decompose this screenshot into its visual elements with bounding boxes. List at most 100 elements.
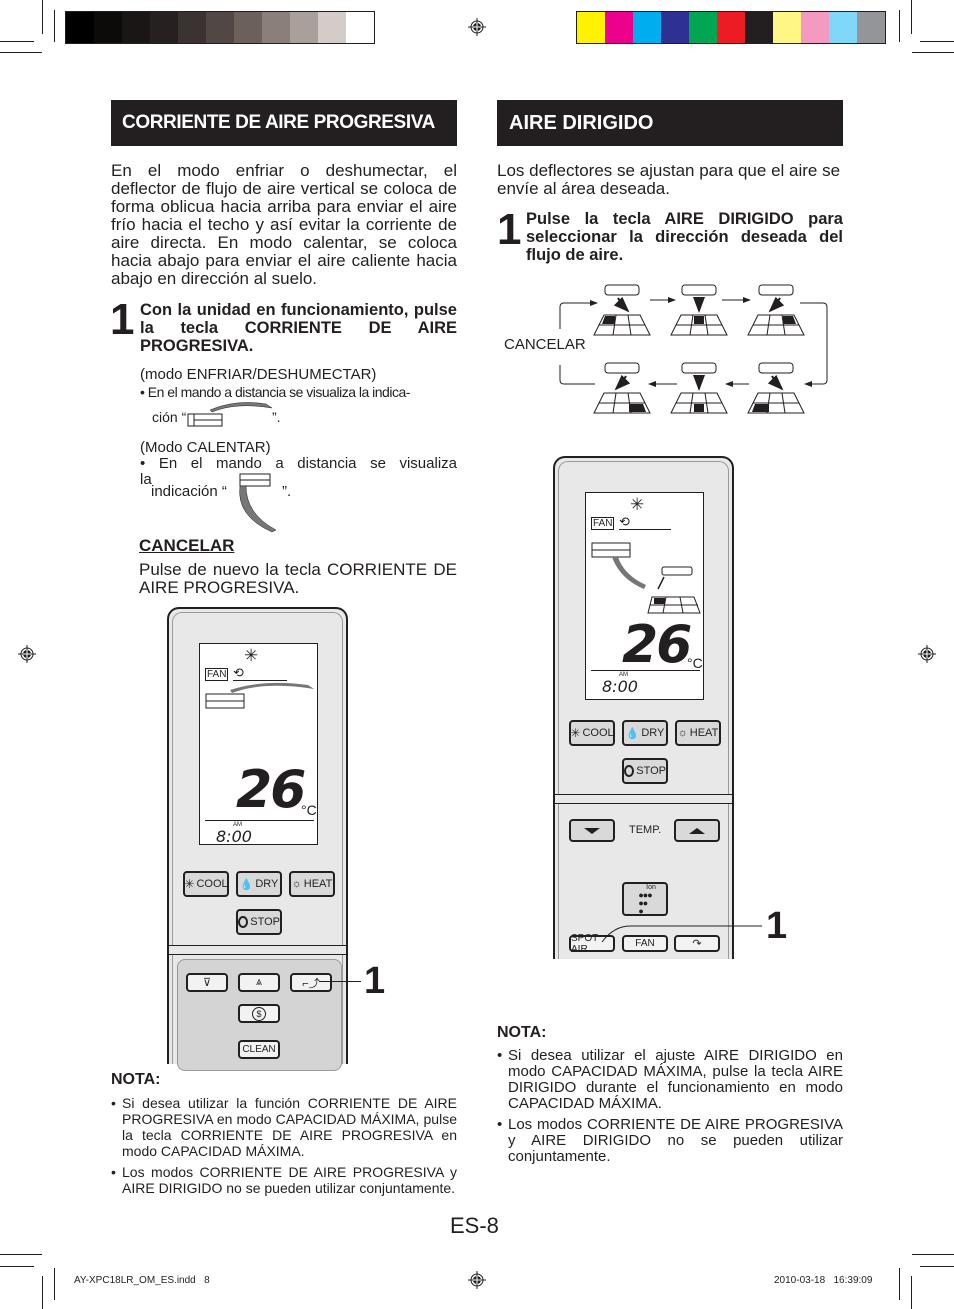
dollar-circle-icon: $ (252, 1006, 266, 1021)
clean-button[interactable]: CLEAN (238, 1040, 280, 1059)
cancel-path (559, 300, 598, 329)
airflow-icon: ⩓ (255, 976, 263, 988)
temperature-unit: °C (301, 802, 317, 818)
cool-mode-bullet: • En el mando a distancia se visualiza l… (140, 384, 410, 400)
dry-button[interactable]: 💧 DRY (236, 871, 282, 897)
remote-control-illustration: ✳ FAN ⟲ 26 °C AM 8:00 ✳ COOL 💧 DRY ☼ HEAT S… (553, 456, 734, 959)
page-number: ES-8 (450, 1213, 499, 1238)
crop-mark (911, 0, 912, 34)
section-header-progressive-airflow: CORRIENTE DE AIRE PROGRESIVA (111, 100, 457, 146)
note-list: Si desea utilizar la función CORRIENTE D… (111, 1095, 457, 1201)
quote-close: ”. (272, 409, 281, 425)
callout-number: 1 (364, 960, 386, 1002)
quote-close: ”. (282, 483, 292, 500)
lcd-divider (591, 670, 700, 671)
crop-mark (42, 0, 43, 34)
color-swatch (150, 12, 178, 43)
temperature-readout: 26 (236, 760, 306, 820)
droplet-icon: 💧 (625, 727, 640, 740)
print-timestamp: 2010-03-18 16:39:09 (774, 1275, 873, 1286)
color-swatch (94, 12, 122, 43)
color-swatch (717, 12, 745, 43)
crop-mark (911, 1276, 912, 1309)
registration-mark-icon (18, 645, 36, 663)
indoor-unit-icon (604, 362, 640, 374)
note-item: Los modos CORRIENTE DE AIRE PROGRESIVA y… (497, 1117, 843, 1165)
progressive-airflow-button[interactable]: ⌐⤴ (290, 973, 332, 992)
section-title: CORRIENTE DE AIRE PROGRESIVA (122, 112, 435, 133)
indoor-unit-icon (758, 362, 794, 374)
color-swatch (262, 12, 290, 43)
crop-mark (42, 1276, 43, 1309)
button-label: CLEAN (242, 1044, 276, 1055)
dry-button[interactable]: 💧 DRY (622, 720, 668, 746)
snowflake-icon: ✳ (184, 877, 195, 891)
note-title: NOTA: (111, 1071, 161, 1088)
sequence-arrow (800, 302, 828, 387)
cancel-title: CANCELAR (139, 536, 235, 555)
droplet-icon: 💧 (239, 878, 254, 891)
button-label: DRY (641, 727, 665, 739)
remote-control-illustration: ✳ FAN ⟲ 26 °C AM 8:00 ✳ COOL 💧 DRY ☼ HEAT S… (167, 607, 348, 1071)
crop-mark (920, 41, 954, 42)
clock-readout: 8:00 (216, 827, 252, 846)
fan-swirl-icon: ⟲ (233, 665, 244, 680)
lcd-line (619, 529, 671, 530)
crop-mark (912, 52, 954, 53)
intro-paragraph: En el modo enfriar o deshumectar, el def… (111, 161, 457, 288)
fan-label: FAN (593, 518, 613, 529)
triangle-up-icon (689, 827, 705, 834)
cool-mode-bullet-cont: ción “ (152, 409, 186, 425)
heat-button[interactable]: ☼ HEAT (289, 871, 335, 897)
airflow-button[interactable]: ⩓ (238, 973, 280, 992)
color-swatch (178, 12, 206, 43)
color-swatch (346, 12, 374, 43)
cool-button[interactable]: ✳ COOL (183, 871, 229, 897)
snowflake-icon: ✳ (570, 726, 581, 740)
color-swatch (829, 12, 857, 43)
deflector-up-airflow-icon (187, 402, 273, 427)
note-item: Si desea utilizar la función CORRIENTE D… (111, 1095, 457, 1159)
callout-line (319, 981, 361, 982)
sun-icon: ☼ (677, 727, 688, 739)
indoor-unit-icon (604, 284, 640, 296)
lcd-divider (205, 820, 314, 821)
eco-button[interactable]: $ (238, 1004, 280, 1023)
snowflake-icon: ✳ (630, 495, 645, 514)
sun-icon: ☼ (291, 878, 302, 890)
deflector-down-airflow-icon (591, 542, 701, 614)
stop-circle-icon (624, 765, 635, 777)
heat-mode-bullet-cont: indicación “ (151, 483, 227, 500)
registration-mark-icon (468, 18, 486, 36)
cool-button[interactable]: ✳ COOL (569, 720, 615, 746)
button-label: HEAT (689, 727, 719, 739)
stop-button[interactable]: STOP (622, 758, 668, 784)
step-number: 1 (110, 295, 135, 344)
intro-paragraph: Los deflectores se ajustan para que el a… (497, 161, 841, 198)
temp-down-button[interactable] (569, 819, 615, 842)
crop-mark (0, 52, 42, 53)
step-number: 1 (497, 205, 522, 254)
note-list: Si desea utilizar el ajuste AIRE DIRIGID… (497, 1048, 843, 1170)
crop-mark (899, 10, 900, 42)
color-swatch (745, 12, 773, 43)
temp-up-button[interactable] (674, 819, 720, 842)
heat-mode-label: (Modo CALENTAR) (140, 439, 271, 456)
swing-button[interactable]: ⊽ (186, 973, 228, 992)
spot-air-cycle-diagram (559, 284, 828, 414)
heat-button[interactable]: ☼ HEAT (675, 720, 721, 746)
lcd-display: ✳ FAN ⟲ 26 °C AM 8:00 (585, 492, 704, 700)
button-label: STOP (636, 765, 666, 777)
selected-zone (694, 404, 704, 412)
cool-mode-label: (modo ENFRIAR/DESHUMECTAR) (140, 366, 377, 383)
plasmacluster-ion-button[interactable]: Ion ●●● ●● ● (622, 882, 668, 916)
color-swatch (689, 12, 717, 43)
color-swatch (122, 12, 150, 43)
button-label: HEAT (303, 878, 333, 890)
crop-mark (912, 1254, 954, 1255)
clock-readout: 8:00 (602, 677, 638, 696)
color-swatch (234, 12, 262, 43)
section-title: AIRE DIRIGIDO (509, 111, 654, 134)
stop-button[interactable]: STOP (236, 909, 282, 935)
crop-mark (920, 1266, 954, 1267)
